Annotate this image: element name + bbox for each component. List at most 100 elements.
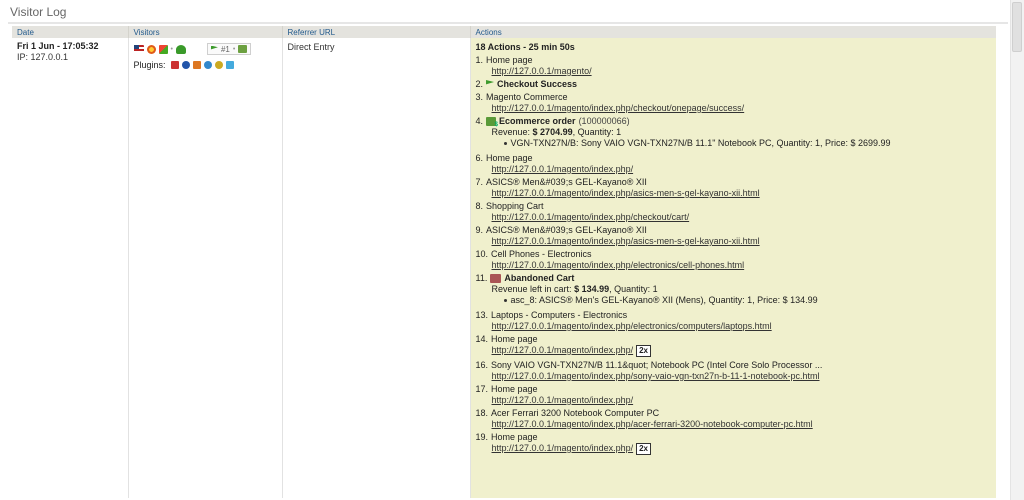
cart-item: asc_8: ASICS® Men's GEL-Kayano® XII (Men… [503,295,992,305]
visitor-ip: IP: 127.0.0.1 [17,52,69,62]
actions-cell: 18 Actions - 25 min 50s 1. Home page http… [469,38,996,498]
referrer-cell: Direct Entry [281,38,470,498]
action-number: 16. [475,360,489,370]
revenue-value: $ 134.99 [574,284,610,294]
action-number: 11. [475,273,488,283]
action-url-link[interactable]: http://127.0.0.1/magento/index.php/asics… [492,188,760,198]
widget-title: Visitor Log [10,5,67,19]
action-number: 1. [475,55,484,65]
action-title: Home page [491,334,538,344]
goal-flag-icon [210,45,218,50]
action-url-link[interactable]: http://127.0.0.1/magento/ [492,66,592,76]
visitor-icons: • #1 • [133,42,277,56]
action-item: 7. ASICS® Men&#039;s GEL-Kayano® XII http… [476,177,992,198]
action-url-link[interactable]: http://127.0.0.1/magento/index.php/ [492,395,634,405]
action-number: 2. [475,79,484,89]
action-url-link[interactable]: http://127.0.0.1/magento/index.php/check… [492,103,745,113]
action-item: 13. Laptops - Computers - Electronics htt… [476,310,992,331]
vertical-scrollbar[interactable] [1010,0,1024,500]
country-flag-icon[interactable] [133,45,144,53]
flash-plugin-icon[interactable] [181,61,190,69]
cart-item-text: asc_8: ASICS® Men's GEL-Kayano® XII (Men… [510,295,818,305]
visit-datetime: Fri 1 Jun - 17:05:32 [17,41,99,51]
action-url-link[interactable]: http://127.0.0.1/magento/index.php/elect… [492,321,772,331]
action-url-link[interactable]: http://127.0.0.1/magento/index.php/sony-… [492,371,820,381]
action-item: 4. Ecommerce order(100000066) Revenue: $ … [476,116,992,148]
separator-icon: • [232,45,236,53]
column-header-date[interactable]: Date [12,26,128,38]
column-header-actions[interactable]: Actions [469,26,996,38]
action-url-link[interactable]: http://127.0.0.1/magento/index.php/check… [492,212,690,222]
goal-title: Checkout Success [497,79,578,89]
action-title: Cell Phones - Electronics [491,249,592,259]
revenue-label: Revenue left in cart: [491,284,572,294]
abandoned-cart-title: Abandoned Cart [504,273,575,283]
column-header-visitors[interactable]: Visitors [127,26,282,38]
action-number: 10. [475,249,489,259]
action-item: 10. Cell Phones - Electronics http://127.… [476,249,992,270]
action-item: 3. Magento Commerce http://127.0.0.1/mage… [476,92,992,113]
action-title: Shopping Cart [486,201,544,211]
plugins-label: Plugins: [133,60,166,70]
browser-icon[interactable] [146,44,156,54]
goal-label: #1 [220,44,230,54]
quantity-text: , Quantity: 1 [572,127,622,137]
action-url-link[interactable]: http://127.0.0.1/magento/index.php/elect… [492,260,745,270]
visitors-cell: • #1 • Plugins: [127,38,282,498]
table-header-row: Date Visitors Referrer URL Actions [12,26,996,38]
goal-flag-icon [486,80,495,85]
date-cell: Fri 1 Jun - 17:05:32 IP: 127.0.0.1 [12,38,128,498]
action-title: ASICS® Men&#039;s GEL-Kayano® XII [486,177,647,187]
action-number: 17. [475,384,489,394]
revenue-label: Revenue: [491,127,531,137]
pdf-plugin-icon[interactable] [170,61,179,69]
quantity-text: , Quantity: 1 [609,284,658,294]
ecommerce-order-icon [486,116,498,128]
operating-system-icon[interactable] [158,44,168,54]
bullet-icon [503,299,507,303]
title-divider [8,22,1008,24]
scrollbar-thumb[interactable] [1012,2,1022,52]
visitor-log-table: Date Visitors Referrer URL Actions Fri 1… [12,26,996,498]
java-plugin-icon[interactable] [192,61,201,69]
ecommerce-order-title: Ecommerce order [499,116,576,126]
actions-summary: 18 Actions - 25 min 50s [475,42,575,52]
repeat-count-badge: 2x [636,345,652,357]
order-revenue: Revenue: $ 2704.99, Quantity: 1 [492,127,992,137]
action-item: 17. Home page http://127.0.0.1/magento/in… [476,384,992,405]
order-item-text: VGN-TXN27N/B: Sony VAIO VGN-TXN27N/B 11.… [510,138,891,148]
action-title: Sony VAIO VGN-TXN27N/B 11.1&quot; Notebo… [491,360,823,370]
action-url-link[interactable]: http://127.0.0.1/magento/index.php/ [492,164,634,174]
order-id: (100000066) [578,116,630,126]
silverlight-plugin-icon[interactable] [225,61,234,69]
action-item: 9. ASICS® Men&#039;s GEL-Kayano® XII http… [476,225,992,246]
quicktime-plugin-icon[interactable] [203,61,212,69]
action-number: 19. [475,432,489,442]
action-number: 7. [475,177,484,187]
action-title: Magento Commerce [486,92,568,102]
abandoned-cart-icon [490,273,502,283]
action-item: 8. Shopping Cart http://127.0.0.1/magento… [476,201,992,222]
revenue-value: $ 2704.99 [532,127,573,137]
action-title: Home page [491,432,538,442]
action-number: 13. [475,310,489,320]
column-header-referrer[interactable]: Referrer URL [281,26,470,38]
action-number: 8. [475,201,484,211]
action-url-link[interactable]: http://127.0.0.1/magento/index.php/ [492,345,634,355]
action-url-link[interactable]: http://127.0.0.1/magento/index.php/asics… [492,236,760,246]
action-title: ASICS® Men&#039;s GEL-Kayano® XII [486,225,647,235]
action-url-link[interactable]: http://127.0.0.1/magento/index.php/acer-… [492,419,813,429]
action-item: 2. Checkout Success [476,79,992,89]
action-url-link[interactable]: http://127.0.0.1/magento/index.php/ [492,443,634,453]
visit-goals-box[interactable]: #1 • [206,43,252,55]
realplayer-plugin-icon[interactable] [214,61,223,69]
action-item: 14. Home page http://127.0.0.1/magento/in… [476,334,992,357]
plugins-row: Plugins: [134,60,277,70]
repeat-count-badge: 2x [636,443,652,455]
ecommerce-cart-icon [238,45,248,53]
action-item: 11. Abandoned Cart Revenue left in cart: … [476,273,992,305]
action-title: Laptops - Computers - Electronics [491,310,628,320]
action-number: 3. [475,92,484,102]
action-number: 14. [475,334,489,344]
visitor-type-icon[interactable] [175,44,186,54]
